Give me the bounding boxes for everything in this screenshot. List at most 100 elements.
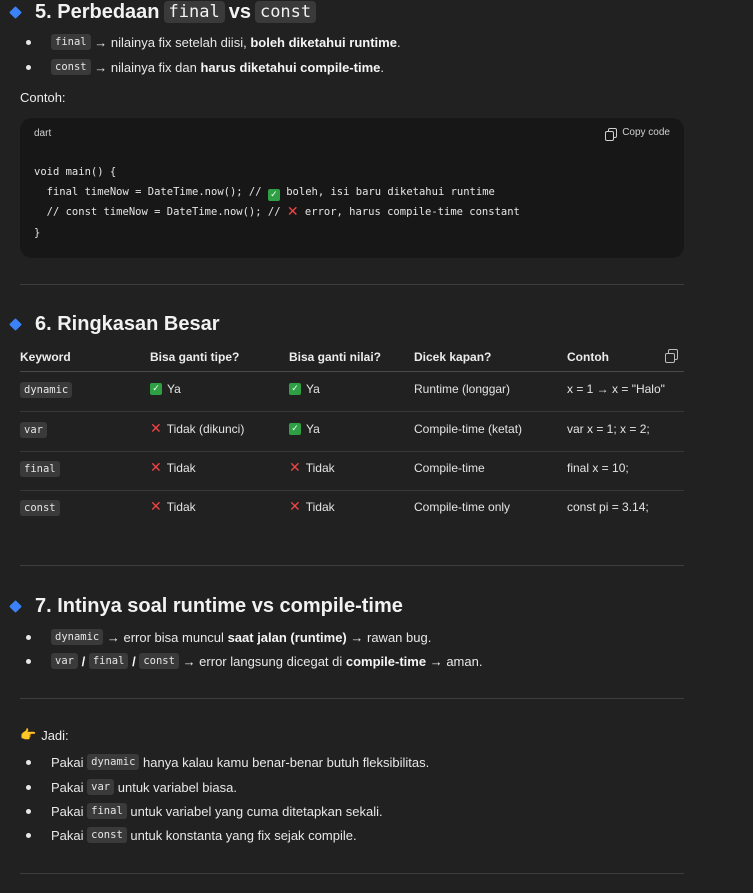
heading-text: vs bbox=[228, 0, 251, 23]
text: → rawan bug. bbox=[350, 629, 432, 645]
inline-code: dynamic bbox=[51, 629, 104, 645]
cell-text: final x = 10; bbox=[567, 461, 629, 475]
inline-code: dynamic bbox=[20, 382, 73, 398]
check-icon: ✓ bbox=[150, 383, 162, 395]
check-icon: ✓ bbox=[289, 383, 301, 395]
bold-text: saat jalan (runtime) bbox=[227, 629, 347, 645]
inline-code: final bbox=[20, 461, 60, 477]
list-item: Pakai const untuk konstanta yang fix sej… bbox=[20, 827, 357, 843]
code-text: // const timeNow = DateTime.now(); // bbox=[34, 206, 287, 218]
inline-code: dynamic bbox=[87, 754, 140, 770]
table-header-keyword: Keyword bbox=[20, 350, 71, 364]
cross-icon: ✕ bbox=[150, 460, 162, 476]
list-item: const → nilainya fix dan harus diketahui… bbox=[20, 59, 384, 75]
bold-text: compile-time bbox=[345, 653, 427, 669]
text: → nilainya fix dan bbox=[94, 59, 197, 75]
inline-code: const bbox=[139, 653, 179, 669]
section-6-heading: 6. Ringkasan Besar bbox=[0, 312, 220, 336]
cell-text: Tidak bbox=[166, 500, 196, 514]
check-icon: ✓ bbox=[267, 189, 280, 201]
cell-text: const pi = 3.14; bbox=[567, 500, 649, 514]
code-line: } bbox=[34, 227, 41, 239]
cell-text: var x = 1; x = 2; bbox=[567, 422, 650, 436]
code-line: final timeNow = DateTime.now(); // ✓ bol… bbox=[34, 186, 495, 201]
cell-text: Tidak bbox=[305, 500, 335, 514]
bold-text: harus diketahui compile-time bbox=[200, 59, 381, 75]
table-header-kapan: Dicek kapan? bbox=[414, 350, 492, 364]
cross-icon: ✕ bbox=[289, 499, 301, 515]
bullet-dot bbox=[26, 658, 31, 664]
diamond-bullet-icon bbox=[9, 317, 22, 331]
cell-text: Ya bbox=[306, 382, 320, 396]
list-item: Pakai dynamic hanya kalau kamu benar-ben… bbox=[20, 754, 429, 770]
text: Pakai bbox=[51, 779, 84, 795]
divider bbox=[20, 565, 684, 566]
table-row: var ✕ Tidak (dikunci) ✓ Ya Compile-time (k… bbox=[20, 422, 684, 442]
cell-text: Compile-time (ketat) bbox=[414, 422, 523, 436]
cell-text: Ya bbox=[306, 422, 320, 436]
inline-code: var bbox=[87, 779, 115, 795]
code-line: // const timeNow = DateTime.now(); // ✕ … bbox=[34, 204, 520, 220]
cell-text: Runtime (longgar) bbox=[414, 382, 511, 396]
inline-code: const bbox=[51, 59, 91, 75]
pointing-hand-icon: 👉 bbox=[20, 727, 37, 742]
text: → error langsung dicegat di bbox=[182, 653, 343, 669]
divider bbox=[20, 284, 684, 285]
code-text: error, harus compile-time constant bbox=[298, 206, 520, 218]
example-label: Contoh: bbox=[20, 90, 66, 105]
cell-text: Ya bbox=[167, 382, 181, 396]
text: untuk konstanta yang fix sejak compile. bbox=[130, 827, 357, 843]
table-row: const ✕ Tidak ✕ Tidak Compile-time only co… bbox=[20, 500, 684, 520]
text: → error bisa muncul bbox=[106, 629, 224, 645]
cross-icon: ✕ bbox=[289, 460, 301, 476]
code-text: final timeNow = DateTime.now(); // bbox=[34, 186, 268, 198]
inline-code: final bbox=[51, 34, 91, 50]
table-row: dynamic ✓ Ya ✓ Ya Runtime (longgar) x = 1 … bbox=[20, 382, 684, 402]
list-item: dynamic → error bisa muncul saat jalan (… bbox=[20, 629, 431, 645]
table-divider bbox=[20, 451, 684, 452]
copy-table-icon[interactable] bbox=[665, 349, 678, 363]
bullet-dot bbox=[26, 64, 31, 70]
divider bbox=[20, 698, 684, 699]
bold-text: boleh diketahui runtime bbox=[250, 34, 397, 50]
section-7-heading: 7. Intinya soal runtime vs compile-time bbox=[0, 594, 403, 618]
section-5-heading: 5. Perbedaan final vs const bbox=[0, 0, 320, 24]
divider bbox=[20, 873, 684, 874]
copy-icon bbox=[605, 127, 618, 141]
text: Pakai bbox=[51, 803, 84, 819]
check-icon: ✓ bbox=[289, 423, 301, 435]
text: Pakai bbox=[51, 754, 84, 770]
code-language: dart bbox=[34, 128, 52, 139]
diamond-bullet-icon bbox=[9, 5, 22, 19]
text: . bbox=[380, 59, 384, 75]
cross-icon: ✕ bbox=[150, 499, 162, 515]
separator: / bbox=[132, 653, 136, 669]
code-block: dart Copy code void main() { final timeN… bbox=[20, 118, 684, 258]
inline-code: var bbox=[51, 653, 78, 669]
bullet-dot bbox=[26, 784, 31, 790]
cell-text: Tidak bbox=[166, 461, 196, 475]
bullet-dot bbox=[26, 832, 31, 838]
list-item: Pakai final untuk variabel yang cuma dit… bbox=[20, 803, 383, 819]
bullet-dot bbox=[26, 808, 31, 814]
code-line: void main() { bbox=[34, 166, 117, 178]
cross-icon: ✕ bbox=[286, 204, 299, 220]
text: untuk variabel yang cuma ditetapkan seka… bbox=[130, 803, 383, 819]
summary-label: 👉 Jadi: bbox=[20, 727, 69, 743]
text: Pakai bbox=[51, 827, 84, 843]
summary-text: Jadi: bbox=[41, 727, 69, 743]
text: hanya kalau kamu benar-benar butuh fleks… bbox=[143, 754, 430, 770]
inline-code: final bbox=[88, 653, 129, 669]
cell-text: Tidak (dikunci) bbox=[166, 422, 245, 436]
heading-text: 7. Intinya soal runtime vs compile-time bbox=[35, 594, 403, 617]
table-header-contoh: Contoh bbox=[567, 350, 609, 364]
cell-text: Tidak bbox=[305, 461, 335, 475]
heading-text: 5. Perbedaan bbox=[35, 0, 160, 23]
inline-code: const bbox=[254, 1, 317, 23]
cross-icon: ✕ bbox=[150, 421, 162, 437]
cell-text: x = 1 → x = "Halo" bbox=[567, 382, 665, 396]
copy-label: Copy code bbox=[622, 127, 670, 138]
copy-code-button[interactable]: Copy code bbox=[605, 127, 670, 141]
inline-code: const bbox=[20, 500, 60, 516]
bullet-dot bbox=[26, 759, 31, 765]
